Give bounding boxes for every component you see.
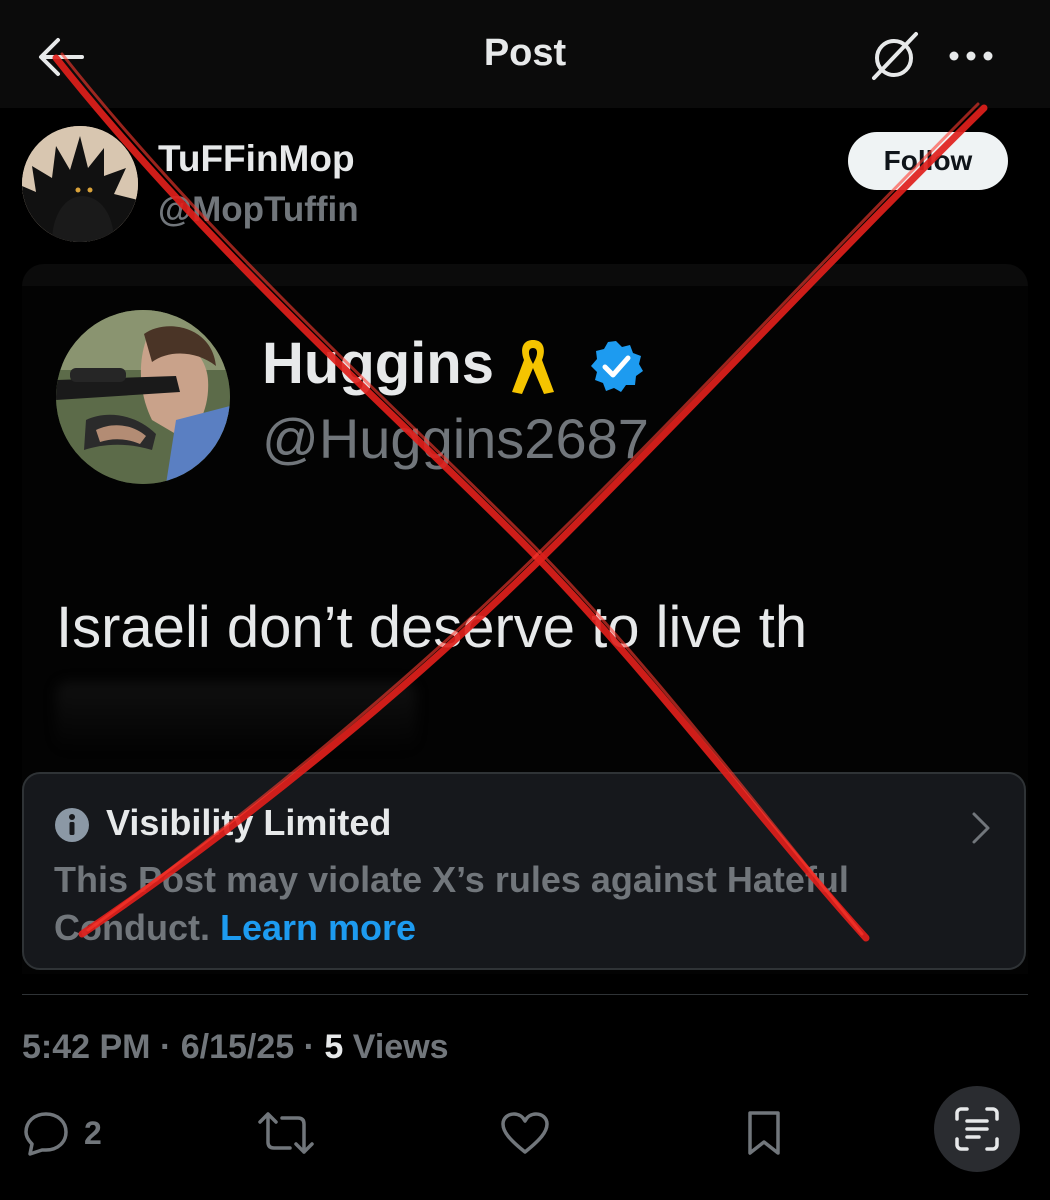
separator-dot: · [303, 1028, 315, 1066]
post-date: 6/15/25 [180, 1028, 295, 1066]
divider [22, 994, 1028, 995]
blurred-text-line [56, 682, 416, 752]
yellow-ribbon-icon [508, 334, 558, 398]
like-button[interactable] [500, 1108, 550, 1158]
notice-title: Visibility Limited [106, 802, 392, 843]
views-label[interactable]: Views [353, 1028, 449, 1066]
post-time: 5:42 PM [22, 1028, 151, 1066]
visibility-notice[interactable]: Visibility Limited This Post may violate… [22, 772, 1026, 970]
learn-more-link[interactable]: Learn more [220, 907, 416, 948]
image-top-edge [22, 264, 1028, 286]
more-horizontal-icon [949, 51, 993, 61]
author-avatar[interactable] [22, 126, 138, 242]
top-bar: Post [0, 0, 1050, 108]
quoted-avatar-image [56, 310, 230, 484]
quoted-handle: @Huggins2687 [262, 407, 649, 470]
bookmark-icon [748, 1111, 780, 1155]
repost-icon [258, 1112, 314, 1154]
reply-button[interactable]: 2 [22, 1108, 102, 1158]
separator-dot: · [159, 1028, 172, 1066]
info-icon [54, 807, 90, 843]
reply-icon [24, 1112, 68, 1156]
grok-icon [872, 32, 918, 80]
repost-button[interactable] [258, 1108, 314, 1158]
follow-button[interactable]: Follow [848, 132, 1008, 190]
scan-text-icon [955, 1107, 999, 1151]
author-name[interactable]: TuFFinMop [158, 138, 355, 180]
avatar-image [22, 126, 138, 242]
notice-body: This Post may violate X’s rules against … [54, 856, 974, 952]
quoted-post-text: Israeli don’t deserve to live th [56, 595, 808, 660]
verified-badge-icon [588, 338, 644, 394]
chevron-right-icon [968, 810, 994, 846]
post-meta: 5:42 PM · 6/15/25 · 5 Views [22, 1028, 449, 1067]
reply-count: 2 [84, 1114, 102, 1151]
bookmark-button[interactable] [744, 1108, 784, 1158]
quoted-avatar [56, 310, 230, 484]
author-handle[interactable]: @MopTuffin [158, 190, 359, 230]
scan-text-button[interactable] [934, 1086, 1020, 1172]
quoted-name: Huggins [262, 331, 494, 396]
more-button[interactable] [944, 34, 1000, 78]
heart-icon [501, 1112, 549, 1154]
notice-body-text: This Post may violate X’s rules against … [54, 859, 849, 948]
views-count[interactable]: 5 [324, 1028, 343, 1066]
grok-button[interactable] [866, 28, 926, 84]
text-fade [842, 584, 1028, 684]
